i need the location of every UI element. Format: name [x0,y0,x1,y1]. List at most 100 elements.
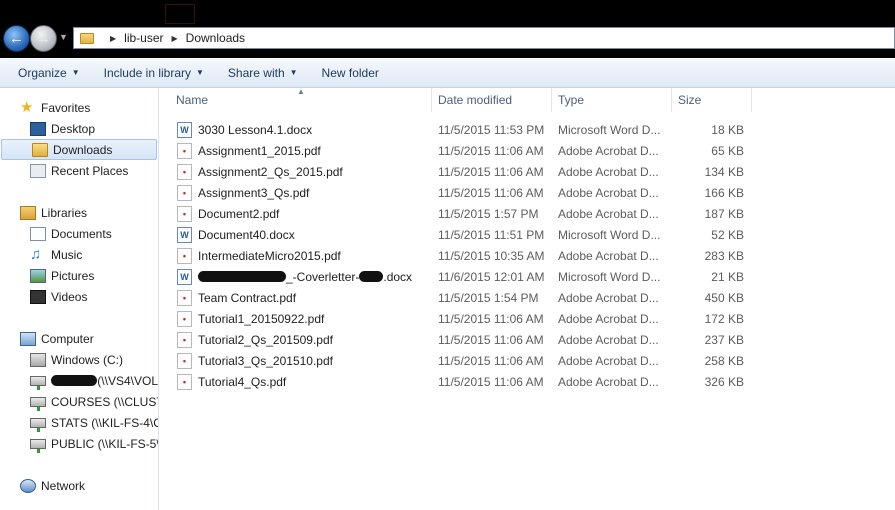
pictures-icon [30,268,46,283]
column-header-name[interactable]: ▲ Name [159,87,432,112]
computer-icon [20,331,36,346]
file-row[interactable]: W Document40.docx 11/5/2015 11:51 PM Micros… [159,224,895,245]
sidebar-item-downloads[interactable]: Downloads [1,139,157,160]
column-header-date-modified[interactable]: Date modified [432,88,552,112]
network-drive-icon [30,375,46,390]
sidebar-item-public[interactable]: PUBLIC (\\KIL-FS-5\ [0,433,158,454]
sidebar-item-videos[interactable]: Videos [0,286,158,307]
breadcrumb-downloads[interactable]: Downloads [186,31,245,45]
file-size: 21 KB [711,269,744,284]
file-type: Adobe Acrobat D... [558,143,659,158]
breadcrumb-separator-icon[interactable]: ▶ [110,34,116,43]
file-name-cell[interactable]: W _-Coverletter- .docx [177,266,432,287]
file-size: 326 KB [704,374,744,389]
sidebar-item-label: Recent Places [51,163,129,178]
sidebar-item-computer[interactable]: Computer [0,328,158,349]
sidebar-item-label: Libraries [41,205,88,220]
file-row[interactable]: • Tutorial2_Qs_201509.pdf 11/5/2015 11:06 … [159,329,895,350]
file-name-cell[interactable]: • Tutorial4_Qs.pdf [177,371,432,392]
new-folder-button[interactable]: New folder [310,58,391,87]
pdf-file-icon: • [177,205,192,222]
file-row[interactable]: • Tutorial1_20150922.pdf 11/5/2015 11:06 A… [159,308,895,329]
file-name-cell[interactable]: W 3030 Lesson4.1.docx [177,119,432,140]
file-row[interactable]: • Document2.pdf 11/5/2015 1:57 PM Adobe Acr… [159,203,895,224]
navigation-buttons: ← → ▼ [3,24,73,54]
sidebar-item-desktop[interactable]: Desktop [0,118,158,139]
file-date-modified: 11/5/2015 11:06 AM [438,374,544,389]
file-name-cell[interactable]: • Assignment3_Qs.pdf [177,182,432,203]
window-titlebar: ← → ▼ ▶ lib-user ▶ Downloads [0,0,895,58]
file-date-modified: 11/5/2015 1:54 PM [438,290,539,305]
file-size: 65 KB [711,143,744,158]
sidebar-item-pictures[interactable]: Pictures [0,265,158,286]
address-bar[interactable]: ▶ lib-user ▶ Downloads [73,27,895,49]
file-name-cell[interactable]: W Document40.docx [177,224,432,245]
file-size: 134 KB [704,164,744,179]
file-name-cell[interactable]: • Assignment2_Qs_2015.pdf [177,161,432,182]
share-with-button[interactable]: Share with ▼ [216,58,310,87]
file-type: Adobe Acrobat D... [558,164,659,179]
column-headers: ▲ Name Date modified Type Size [159,87,895,112]
file-name-cell[interactable]: • Team Contract.pdf [177,287,432,308]
word-document-icon: W [177,226,192,243]
file-name-cell[interactable]: • Assignment1_2015.pdf [177,140,432,161]
chevron-down-icon: ▼ [71,68,80,77]
file-row[interactable]: • Tutorial4_Qs.pdf 11/5/2015 11:06 AM Adobe… [159,371,895,392]
sidebar-item-courses[interactable]: COURSES (\\CLUSTE [0,391,158,412]
sidebar-item-favorites[interactable]: ★ Favorites [0,97,158,118]
column-header-size[interactable]: Size [672,88,752,112]
pdf-file-icon: • [177,373,192,390]
file-row[interactable]: • Team Contract.pdf 11/5/2015 1:54 PM Adobe… [159,287,895,308]
file-date-modified: 11/6/2015 12:01 AM [438,269,545,284]
file-name-cell[interactable]: • IntermediateMicro2015.pdf [177,245,432,266]
forward-button[interactable]: → [30,25,57,52]
column-header-label: Date modified [438,93,513,107]
file-row[interactable]: • Tutorial3_Qs_201510.pdf 11/5/2015 11:06 … [159,350,895,371]
include-in-library-button[interactable]: Include in library ▼ [92,58,216,87]
file-date-modified: 11/5/2015 11:06 AM [438,164,544,179]
libraries-icon [20,205,36,220]
pdf-file-icon: • [177,352,192,369]
file-name-cell[interactable]: • Tutorial1_20150922.pdf [177,308,432,329]
sidebar-item-network-drive-vs4[interactable]: (\\VS4\VOL [0,370,158,391]
file-type: Adobe Acrobat D... [558,206,659,221]
sidebar-item-network[interactable]: Network [0,475,158,496]
pdf-file-icon: • [177,289,192,306]
column-header-type[interactable]: Type [552,88,672,112]
background-glow [165,4,195,24]
file-name-cell[interactable]: • Document2.pdf [177,203,432,224]
sidebar-item-music[interactable]: ♫ Music [0,244,158,265]
breadcrumb-separator-icon[interactable]: ▶ [172,34,178,43]
file-row[interactable]: W _-Coverletter- .docx 11/6/2015 12:01 AM Mi… [159,266,895,287]
sidebar-item-windows-drive[interactable]: Windows (C:) [0,349,158,370]
recent-pages-dropdown-icon[interactable]: ▼ [59,32,68,42]
sidebar-item-documents[interactable]: Documents [0,223,158,244]
file-row[interactable]: W 3030 Lesson4.1.docx 11/5/2015 11:53 PM Mi… [159,119,895,140]
file-name-text: Tutorial2_Qs_201509.pdf [198,332,333,347]
file-row[interactable]: • Assignment3_Qs.pdf 11/5/2015 11:06 AM Ado… [159,182,895,203]
file-size: 166 KB [704,185,744,200]
file-name-text: Assignment2_Qs_2015.pdf [198,164,343,179]
file-name-cell[interactable]: • Tutorial2_Qs_201509.pdf [177,329,432,350]
word-document-icon: W [177,121,192,138]
file-row[interactable]: • Assignment2_Qs_2015.pdf 11/5/2015 11:06 … [159,161,895,182]
sidebar-item-label: (\\VS4\VOL [97,373,158,388]
file-name-text: 3030 Lesson4.1.docx [198,122,313,137]
pdf-file-icon: • [177,142,192,159]
network-drive-icon [30,396,46,411]
file-size: 52 KB [711,227,744,242]
sidebar-item-label: COURSES (\\CLUSTE [51,394,158,409]
sidebar-item-stats[interactable]: STATS (\\KIL-FS-4\C [0,412,158,433]
organize-button[interactable]: Organize ▼ [0,58,92,87]
sidebar-item-recent-places[interactable]: Recent Places [0,160,158,181]
file-row[interactable]: • Assignment1_2015.pdf 11/5/2015 11:06 AM A… [159,140,895,161]
file-row[interactable]: • IntermediateMicro2015.pdf 11/5/2015 10:3… [159,245,895,266]
breadcrumb-lib-user[interactable]: lib-user [124,31,163,45]
back-button[interactable]: ← [3,25,30,52]
sidebar-item-libraries[interactable]: Libraries [0,202,158,223]
documents-icon [30,226,46,241]
file-name-cell[interactable]: • Tutorial3_Qs_201510.pdf [177,350,432,371]
file-date-modified: 11/5/2015 11:53 PM [438,122,545,137]
sidebar-item-label: STATS (\\KIL-FS-4\C [51,415,158,430]
file-date-modified: 11/5/2015 11:06 AM [438,185,544,200]
